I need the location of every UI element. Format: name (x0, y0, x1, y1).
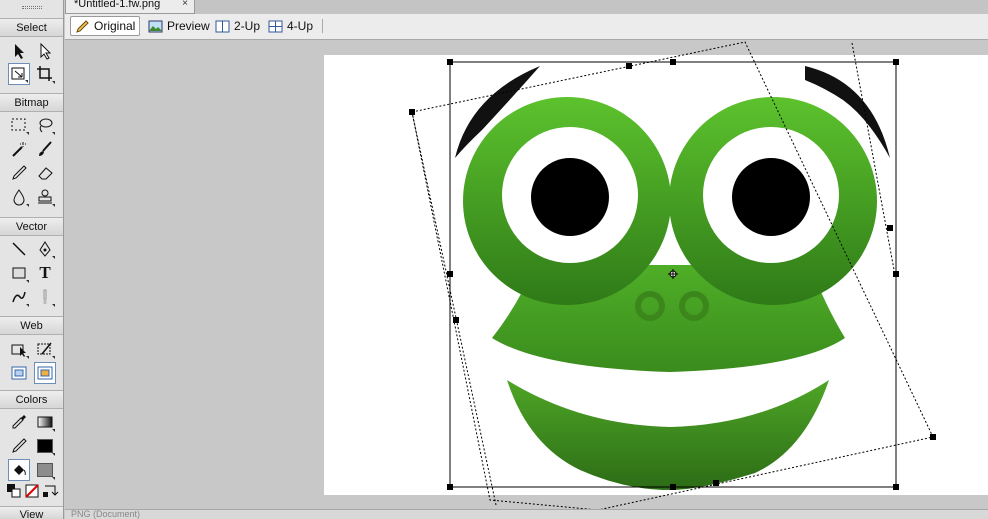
status-text: PNG (Document) (71, 509, 141, 519)
tools-section-view: View (0, 506, 63, 519)
tools-section-web: Web (0, 316, 63, 335)
landscape-image-icon (148, 20, 163, 32)
hide-slices-icon (11, 366, 27, 380)
original-view-label: Original (94, 19, 136, 33)
two-up-view-button[interactable]: 2-Up (211, 16, 264, 36)
brush-icon (39, 141, 52, 156)
line-tool[interactable] (8, 238, 30, 260)
knife-tool[interactable] (34, 286, 56, 308)
show-slices-toggle[interactable] (34, 362, 56, 384)
pencil-tool[interactable] (8, 162, 30, 184)
preview-view-button[interactable]: Preview (144, 16, 214, 36)
brush-tool[interactable] (34, 138, 56, 160)
fill-color-swatch[interactable] (34, 459, 56, 481)
tools-section-bitmap: Bitmap (0, 93, 63, 112)
subselection-tool[interactable] (34, 40, 56, 62)
document-tab[interactable]: *Untitled-1.fw.png × (65, 0, 195, 14)
line-icon (12, 242, 26, 256)
blur-tool[interactable] (8, 186, 30, 208)
tools-section-colors: Colors (0, 390, 63, 409)
gradient-icon (37, 416, 53, 428)
eraser-tool[interactable] (34, 162, 56, 184)
subselect-arrow-icon (40, 42, 52, 60)
rectangle-icon (12, 267, 26, 279)
stroke-color-chip (37, 439, 53, 453)
freeform-tool[interactable] (8, 286, 30, 308)
freeform-pen-icon (12, 291, 26, 303)
rubber-stamp-tool[interactable] (34, 186, 56, 208)
default-colors-icon (7, 484, 21, 498)
document-canvas[interactable] (324, 55, 988, 495)
two-up-view-label: 2-Up (234, 19, 261, 33)
document-tab-strip: *Untitled-1.fw.png × (65, 0, 988, 14)
tools-section-select: Select (0, 18, 63, 37)
rubber-stamp-icon (38, 189, 52, 204)
pencil-icon (76, 19, 89, 33)
original-view-button[interactable]: Original (70, 16, 141, 36)
paint-bucket-icon (14, 465, 26, 476)
slice-knife-icon (37, 342, 52, 355)
four-up-view-label: 4-Up (287, 19, 314, 33)
show-slices-icon (37, 366, 53, 380)
eyedropper-tool[interactable] (8, 411, 30, 433)
marquee-tool[interactable] (8, 114, 30, 136)
gradient-tool[interactable] (34, 411, 56, 433)
marquee-icon (11, 118, 26, 131)
hotspot-tool[interactable] (8, 338, 30, 360)
magic-wand-icon (12, 142, 26, 157)
scale-icon (11, 67, 25, 80)
text-t-icon: T (39, 263, 51, 282)
crop-tool[interactable] (34, 63, 56, 85)
status-bar: PNG (Document) (65, 509, 988, 519)
eyedropper-icon (12, 415, 26, 429)
panel-grip[interactable] (22, 6, 42, 9)
tools-panel: Select Bitmap Vector T Web Colors View (0, 0, 64, 519)
hide-slices-toggle[interactable] (8, 362, 30, 384)
fill-color-bucket[interactable] (8, 459, 30, 481)
toolbar-divider (322, 19, 323, 33)
no-color-button[interactable] (23, 483, 41, 499)
rectangle-tool[interactable] (8, 262, 30, 284)
crop-icon (37, 66, 52, 81)
preview-view-label: Preview (167, 19, 210, 33)
knife-icon (43, 289, 47, 304)
eraser-icon (38, 167, 53, 180)
close-tab-icon[interactable]: × (182, 0, 188, 9)
pen-nib-icon (39, 241, 51, 257)
swap-colors-icon (43, 485, 59, 497)
default-colors-button[interactable] (5, 483, 23, 499)
toolbar-divider (139, 19, 140, 33)
fill-color-chip (37, 463, 53, 477)
stroke-color-pencil (8, 435, 30, 457)
four-up-icon (268, 20, 283, 32)
magic-wand-tool[interactable] (8, 138, 30, 160)
swap-colors-button[interactable] (41, 483, 59, 499)
tools-section-vector: Vector (0, 217, 63, 236)
stroke-pencil-icon (12, 438, 27, 453)
two-up-icon (215, 20, 230, 32)
water-drop-icon (13, 189, 25, 206)
pencil-icon (12, 165, 27, 180)
scale-tool[interactable] (8, 63, 30, 85)
pen-tool[interactable] (34, 238, 56, 260)
slice-tool[interactable] (34, 338, 56, 360)
four-up-view-button[interactable]: 4-Up (264, 16, 317, 36)
no-color-icon (25, 484, 39, 498)
document-tab-title: *Untitled-1.fw.png (74, 0, 161, 10)
hotspot-icon (11, 344, 26, 357)
pointer-tool[interactable] (8, 40, 30, 62)
pointer-arrow-icon (15, 44, 24, 59)
stroke-color-swatch[interactable] (34, 435, 56, 457)
lasso-tool[interactable] (34, 114, 56, 136)
view-mode-toolbar: Original Preview 2-Up 4-Up (65, 14, 988, 40)
lasso-icon (39, 118, 53, 133)
text-tool[interactable]: T (34, 262, 56, 284)
